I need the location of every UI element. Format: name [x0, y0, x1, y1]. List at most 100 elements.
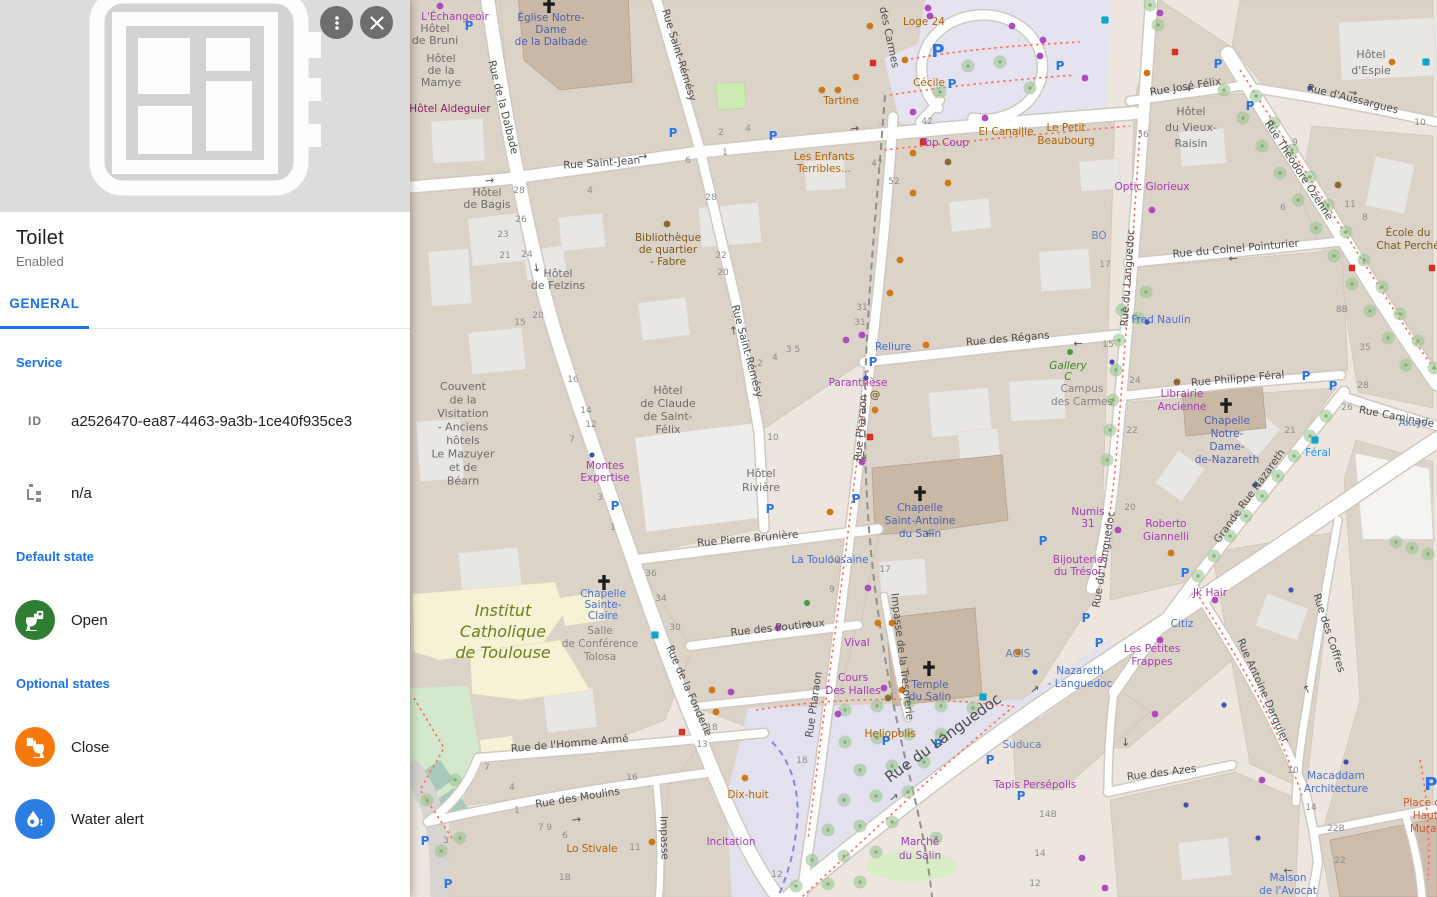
svg-text:20: 20	[717, 268, 729, 278]
tab-general[interactable]: GENERAL	[0, 279, 89, 328]
svg-text:Reliure: Reliure	[875, 341, 911, 353]
svg-text:Féral: Féral	[1305, 447, 1331, 459]
svg-text:24: 24	[1129, 376, 1141, 386]
svg-text:12: 12	[585, 420, 596, 430]
svg-text:28: 28	[705, 193, 717, 203]
svg-text:15: 15	[1102, 340, 1113, 350]
svg-text:AGIS: AGIS	[1006, 648, 1031, 660]
panel-close-button[interactable]	[360, 6, 393, 39]
svg-text:8: 8	[1362, 213, 1368, 223]
device-hero-image	[0, 0, 410, 212]
svg-text:23: 23	[497, 230, 508, 240]
svg-text:4: 4	[587, 186, 593, 196]
svg-text:El Canaille: El Canaille	[979, 126, 1034, 138]
svg-text:47: 47	[871, 159, 882, 169]
panel-menu-button[interactable]	[320, 6, 353, 39]
close-state-label: Close	[71, 739, 109, 756]
svg-text:Les EnfantsTerribles...: Les EnfantsTerribles...	[794, 151, 855, 175]
svg-text:31: 31	[856, 303, 867, 313]
svg-text:28: 28	[1357, 381, 1369, 391]
svg-text:Tapis Persépolis: Tapis Persépolis	[993, 779, 1077, 791]
svg-text:Jk Hair: Jk Hair	[1192, 587, 1228, 599]
app-root: Toilet Enabled GENERAL Service ID a25264…	[0, 0, 1437, 897]
section-optional-states-label: Optional states	[16, 676, 394, 691]
svg-text:24: 24	[521, 250, 533, 260]
service-id-value: a2526470-ea87-4463-9a3b-1ce40f935ce3	[71, 413, 352, 430]
svg-text:13: 13	[696, 740, 707, 750]
svg-text:14: 14	[1305, 803, 1317, 813]
section-default-state-label: Default state	[16, 549, 394, 564]
svg-text:P: P	[931, 41, 944, 62]
water-drop-icon: !	[24, 808, 46, 830]
toilet-mirrored-icon	[24, 736, 46, 758]
svg-text:P: P	[766, 502, 775, 516]
svg-text:35: 35	[1359, 343, 1370, 353]
svg-text:Suduca: Suduca	[1003, 739, 1042, 751]
svg-text:P: P	[1302, 369, 1311, 383]
svg-text:Top Coup: Top Coup	[920, 137, 969, 149]
svg-text:3: 3	[597, 493, 603, 503]
id-icon-glyph: ID	[28, 414, 42, 428]
svg-text:10: 10	[1287, 766, 1299, 776]
svg-text:10: 10	[767, 433, 779, 443]
status-text: Enabled	[16, 254, 394, 269]
map-canvas[interactable]: PPPPPPPPPPPPPPPPPPPPPPPPP@→→→→→→→→→→→→→→…	[410, 0, 1437, 897]
svg-text:12: 12	[771, 870, 782, 880]
state-open-row[interactable]: Open	[15, 600, 394, 640]
svg-text:2: 2	[757, 359, 763, 369]
svg-text:Optic Glorieux: Optic Glorieux	[1114, 181, 1189, 193]
svg-text:P: P	[1056, 59, 1065, 73]
svg-text:P: P	[669, 126, 678, 140]
svg-text:→: →	[1119, 737, 1132, 747]
svg-text:P: P	[1246, 99, 1255, 113]
svg-text:16: 16	[567, 375, 579, 385]
plus-icon	[15, 887, 55, 897]
svg-text:22: 22	[1334, 856, 1345, 866]
svg-text:3: 3	[443, 836, 449, 846]
svg-text:21: 21	[499, 251, 510, 261]
state-close-row[interactable]: Close	[15, 727, 394, 767]
svg-text:16: 16	[626, 773, 638, 783]
service-hierarchy-value: n/a	[71, 485, 92, 502]
add-item-row[interactable]: Add item	[15, 887, 394, 897]
svg-text:28: 28	[513, 186, 525, 196]
svg-text:14: 14	[580, 406, 592, 416]
service-id-row: ID a2526470-ea87-4463-9a3b-1ce40f935ce3	[15, 401, 394, 441]
svg-text:Aktys: Aktys	[1398, 417, 1427, 429]
state-water-alert-row[interactable]: ! Water alert	[15, 799, 394, 839]
svg-text:17: 17	[1099, 260, 1110, 270]
svg-text:P: P	[1082, 611, 1091, 625]
svg-text:9: 9	[1292, 138, 1298, 148]
svg-text:Templedu Salin: Templedu Salin	[909, 679, 951, 703]
svg-text:14: 14	[1034, 849, 1046, 859]
svg-text:P: P	[1329, 379, 1338, 393]
svg-text:Cécile: Cécile	[913, 77, 945, 89]
svg-text:20: 20	[532, 311, 544, 321]
tab-general-label: GENERAL	[9, 296, 79, 311]
water-alert-icon: !	[15, 799, 55, 839]
svg-text:Incitation: Incitation	[706, 836, 755, 848]
svg-text:4: 4	[509, 783, 515, 793]
svg-text:Citiz: Citiz	[1171, 618, 1194, 630]
svg-text:6: 6	[1280, 203, 1286, 213]
title-block: Toilet Enabled	[0, 212, 410, 279]
svg-text:P: P	[611, 499, 620, 513]
svg-text:6: 6	[562, 831, 568, 841]
id-icon: ID	[15, 401, 55, 441]
section-service-label: Service	[16, 355, 394, 370]
svg-text:MacaddamArchitecture: MacaddamArchitecture	[1304, 770, 1368, 795]
svg-text:7: 7	[484, 763, 490, 773]
svg-text:11: 11	[629, 843, 640, 853]
svg-text:22B: 22B	[1327, 824, 1345, 834]
svg-text:18: 18	[796, 756, 808, 766]
svg-text:Dix-huit: Dix-huit	[727, 789, 768, 801]
service-hierarchy-row: n/a	[15, 473, 394, 513]
svg-text:15: 15	[514, 318, 525, 328]
svg-text:Bijouteriedu Trésor: Bijouteriedu Trésor	[1053, 554, 1103, 578]
tab-bar: GENERAL	[0, 279, 410, 329]
svg-text:P: P	[1039, 534, 1048, 548]
water-alert-label: Water alert	[71, 811, 144, 828]
svg-text:BO: BO	[1091, 230, 1106, 242]
svg-text:P: P	[1095, 636, 1104, 650]
svg-text:Tartine: Tartine	[822, 95, 859, 107]
